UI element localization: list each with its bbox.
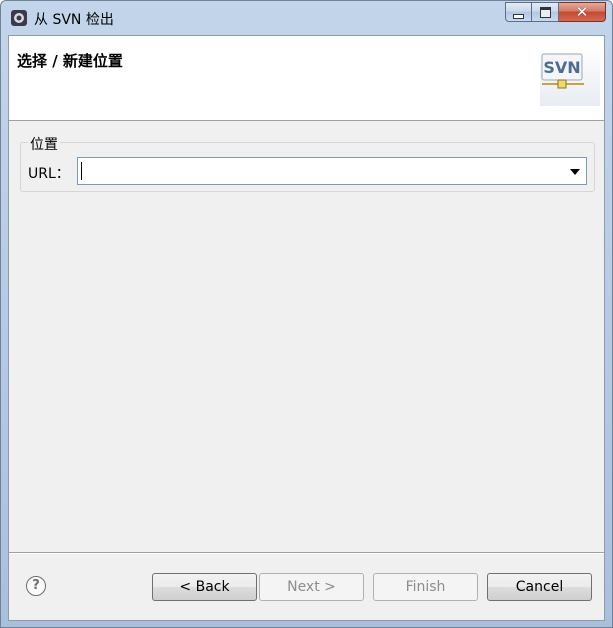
location-group-label: 位置 <box>28 134 60 154</box>
svn-logo-text: SVN <box>543 58 580 77</box>
maximize-icon <box>539 6 551 18</box>
footer-separator <box>9 552 604 554</box>
close-icon: ✕ <box>575 2 589 21</box>
dialog-client-area: 选择 / 新建位置 SVN 位置 URL： ? < Back Next > Fi… <box>8 35 605 621</box>
maximize-button[interactable] <box>532 2 559 22</box>
url-label: URL： <box>28 166 70 182</box>
finish-button[interactable]: Finish <box>373 573 478 601</box>
page-title: 选择 / 新建位置 <box>17 52 123 70</box>
wizard-banner: 选择 / 新建位置 SVN <box>9 36 604 121</box>
dialog-window: 从 SVN 检出 ✕ 选择 / 新建位置 SVN 位置 URL： ? < Bac… <box>0 0 613 628</box>
dropdown-arrow-icon[interactable] <box>570 169 580 175</box>
cancel-button[interactable]: Cancel <box>487 573 592 601</box>
next-button[interactable]: Next > <box>259 573 364 601</box>
text-caret <box>81 162 82 180</box>
close-button[interactable]: ✕ <box>559 2 606 22</box>
back-button[interactable]: < Back <box>152 573 257 601</box>
window-title: 从 SVN 检出 <box>34 12 114 28</box>
url-combobox[interactable] <box>77 157 587 185</box>
title-bar[interactable]: 从 SVN 检出 ✕ <box>1 1 612 35</box>
eclipse-gear-icon <box>11 10 27 26</box>
minimize-button[interactable] <box>505 2 532 22</box>
url-input[interactable] <box>81 161 561 181</box>
svn-logo-icon: SVN <box>540 46 600 106</box>
help-icon[interactable]: ? <box>26 576 46 596</box>
window-controls: ✕ <box>505 2 606 23</box>
minimize-icon <box>513 13 524 19</box>
